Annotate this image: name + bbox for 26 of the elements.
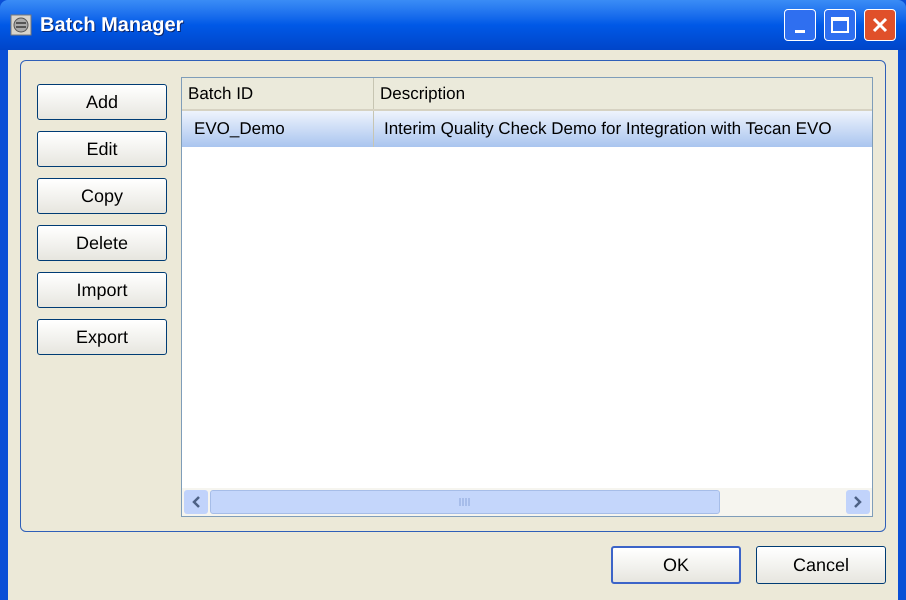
chevron-left-icon — [191, 496, 201, 508]
close-button[interactable] — [864, 9, 896, 41]
dialog-button[interactable]: Cancel — [756, 546, 886, 584]
side-button[interactable]: Delete — [37, 225, 167, 261]
side-button[interactable]: Export — [37, 319, 167, 355]
table-row[interactable]: EVO_Demo Interim Quality Check Demo for Integration with Tecan EVO — [182, 111, 872, 147]
scroll-thumb[interactable] — [210, 490, 720, 514]
side-button[interactable]: Import — [37, 272, 167, 308]
dialog-button[interactable]: OK — [611, 546, 741, 584]
grip-icon — [459, 498, 471, 506]
table-cell-text: Interim Quality Check Demo for Integration with Tecan EVO — [383, 118, 833, 140]
side-button[interactable]: Copy — [37, 178, 167, 214]
close-icon — [872, 17, 888, 33]
scroll-left-button[interactable] — [184, 490, 208, 514]
table-cell: EVO_Demo — [182, 111, 374, 147]
scroll-right-button[interactable] — [846, 490, 870, 514]
horizontal-scrollbar[interactable] — [182, 488, 872, 516]
minimize-button[interactable] — [784, 9, 816, 41]
window-title: Batch Manager — [40, 13, 184, 38]
maximize-button[interactable] — [824, 9, 856, 41]
side-button[interactable]: Edit — [37, 131, 167, 167]
column-header[interactable]: Batch ID — [182, 78, 374, 109]
chevron-right-icon — [853, 496, 863, 508]
app-icon — [10, 14, 32, 36]
side-button[interactable]: Add — [37, 84, 167, 120]
column-header[interactable]: Description — [374, 78, 872, 109]
